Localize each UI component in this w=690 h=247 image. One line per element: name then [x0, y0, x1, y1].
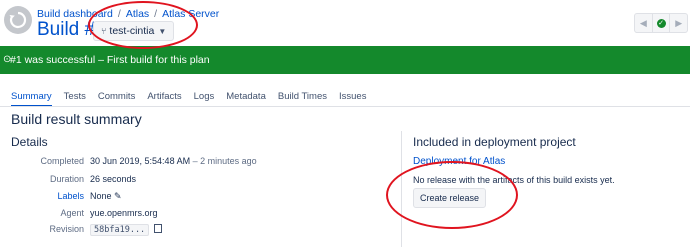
result-tabs: Summary Tests Commits Artifacts Logs Met…: [11, 91, 378, 107]
tab-logs[interactable]: Logs: [194, 91, 215, 107]
detail-row-completed: Completed 30 Jun 2019, 5:54:48 AM – 2 mi…: [0, 156, 690, 170]
tab-artifacts[interactable]: Artifacts: [147, 91, 181, 107]
labels-link[interactable]: Labels: [57, 191, 84, 201]
revision-value: 58bfa19...: [90, 224, 163, 236]
completed-relative: – 2 minutes ago: [192, 156, 257, 166]
copy-icon[interactable]: [154, 224, 163, 234]
labels-value: None ✎: [90, 191, 122, 201]
next-build-button[interactable]: ▶: [670, 14, 687, 32]
page-header: Build dashboard / Atlas / Atlas Server Build…: [0, 0, 690, 46]
revision-hash[interactable]: 58bfa19...: [90, 224, 150, 236]
deployment-note: No release with the artifacts of this bu…: [413, 175, 615, 185]
breadcrumb-atlas[interactable]: Atlas: [126, 8, 149, 20]
breadcrumb-separator: /: [154, 8, 158, 20]
tab-build-times[interactable]: Build Times: [278, 91, 327, 107]
tab-metadata[interactable]: Metadata: [226, 91, 266, 107]
previous-build-button[interactable]: ◀: [635, 14, 652, 32]
detail-row-labels: Labels None ✎: [0, 191, 690, 205]
branch-name: test-cintia: [109, 25, 155, 37]
create-release-button[interactable]: Create release: [413, 188, 487, 208]
breadcrumb-separator: /: [117, 8, 121, 20]
check-icon: ✓: [656, 19, 666, 29]
tab-issues[interactable]: Issues: [339, 91, 366, 107]
build-status-banner: ⊙ #1 was successful – First build for th…: [0, 46, 690, 74]
tab-summary[interactable]: Summary: [11, 91, 52, 107]
details-heading: Details: [11, 135, 48, 149]
tabs-divider: [0, 106, 690, 107]
branch-icon: ⑂: [101, 26, 107, 36]
build-status-text: #1 was successful – First build for this…: [10, 54, 210, 66]
build-status-icon: [4, 6, 32, 34]
build-navigation: ◀ ✓ ▶: [634, 13, 688, 33]
tab-commits[interactable]: Commits: [98, 91, 135, 107]
edit-pencil-icon[interactable]: ✎: [114, 191, 122, 201]
deployment-project-link[interactable]: Deployment for Atlas: [413, 156, 505, 167]
duration-value: 26 seconds: [90, 174, 137, 184]
summary-title: Build result summary: [11, 111, 142, 127]
tab-tests[interactable]: Tests: [64, 91, 86, 107]
breadcrumb-atlas-server[interactable]: Atlas Server: [162, 8, 219, 20]
agent-link[interactable]: yue.openmrs.org: [90, 208, 158, 218]
deployment-heading: Included in deployment project: [413, 135, 576, 149]
panel-divider: [401, 131, 402, 247]
branch-selector[interactable]: ⑂ test-cintia ▼: [93, 21, 175, 41]
current-build-status[interactable]: ✓: [651, 14, 671, 32]
agent-label: Agent: [60, 208, 84, 218]
revision-label: Revision: [49, 224, 84, 234]
duration-label: Duration: [49, 174, 84, 184]
completed-label: Completed: [40, 156, 84, 166]
completed-value: 30 Jun 2019, 5:54:48 AM – 2 minutes ago: [90, 156, 257, 166]
detail-row-agent: Agent yue.openmrs.org: [0, 208, 690, 222]
chevron-down-icon: ▼: [158, 27, 167, 36]
detail-row-revision: Revision 58bfa19...: [0, 224, 690, 238]
